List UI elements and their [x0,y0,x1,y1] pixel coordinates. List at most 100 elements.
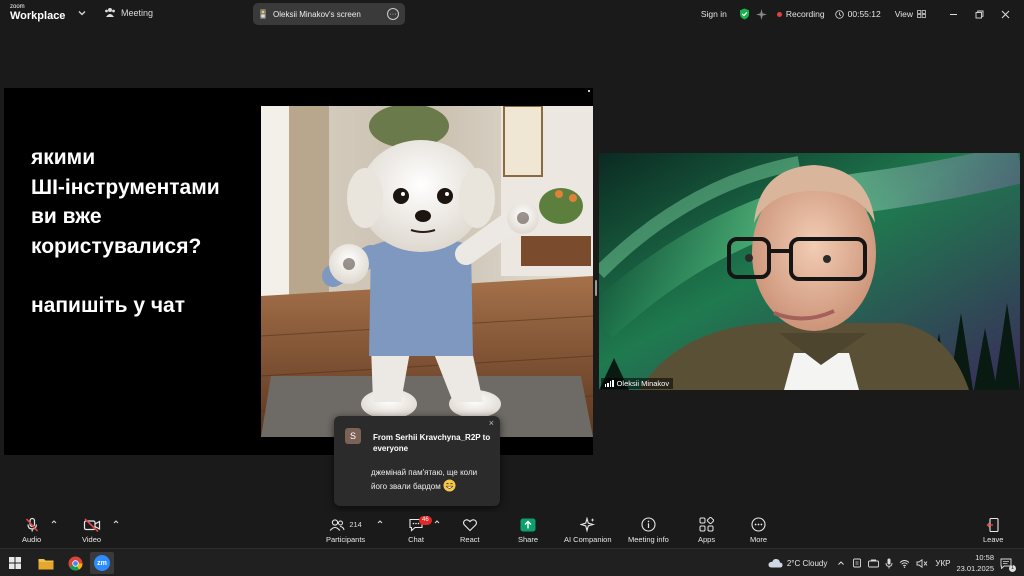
leave-label: Leave [983,535,1004,544]
chrome-icon [68,556,83,571]
chat-options-chevron-up-icon[interactable] [434,519,440,525]
screen-share-indicator[interactable]: Oleksii Minakov's screen ··· [253,3,405,25]
folder-icon [38,558,54,569]
apps-label: Apps [698,535,716,544]
view-label: View [894,9,913,19]
microphone-tray-icon[interactable] [885,558,893,569]
title-bar: zoom Workplace Meeting Oleksii Minakov's… [0,0,1024,28]
chat-unread-badge: 46 [419,516,432,525]
recording-label: Recording [785,9,825,19]
windows-logo-icon [9,557,21,569]
share-corner-dot [588,90,590,92]
shield-check-icon[interactable] [739,8,750,20]
ai-companion-button[interactable]: AI Companion [564,516,612,544]
leave-door-icon [986,517,999,532]
slide-question: якими ШІ-інструментами ви вже користувал… [31,143,261,321]
zoom-app-icon: zm [94,555,110,571]
shared-screen[interactable]: якими ШІ-інструментами ви вже користувал… [4,88,593,455]
taskbar-clock[interactable]: 10:58 23.01.2025 [956,552,994,574]
share-button[interactable]: Share [518,516,538,544]
slide-line: ШІ-інструментами [31,175,220,199]
notifications-button[interactable]: 1 [1000,558,1016,572]
meeting-people-icon [105,8,115,17]
restore-button[interactable] [966,10,992,19]
brand-large: Workplace [10,10,66,22]
weather-widget[interactable]: 2°C Cloudy [768,558,827,568]
participants-button[interactable]: 214 Participants [326,516,365,544]
close-icon [1001,10,1009,18]
share-label: Share [518,535,539,544]
input-language[interactable]: УКР [935,559,950,568]
view-button[interactable]: View [895,9,926,19]
audio-button[interactable]: Audio [22,516,41,544]
windows-start-button[interactable] [3,552,27,574]
meeting-info-label: Meeting info [628,535,669,544]
close-toast-icon[interactable]: × [489,419,494,428]
apps-icon [699,517,715,532]
volume-muted-icon[interactable] [916,558,928,568]
zoom-workplace-logo: zoom Workplace [10,4,65,22]
video-button[interactable]: Video [82,516,101,544]
more-button[interactable]: More [750,516,767,544]
slide-line: ви вже [31,205,102,228]
leave-button[interactable]: Leave [983,516,1003,544]
more-options-icon[interactable]: ··· [387,8,399,20]
recording-dot-icon [776,11,782,17]
minimize-icon [949,13,957,15]
clock-time: 10:58 [975,553,994,562]
chevron-down-icon[interactable] [77,8,87,18]
participants-label: Participants [326,535,366,544]
show-hidden-icons-chevron-icon[interactable] [837,559,845,567]
heart-icon [462,518,477,531]
meeting-info-button[interactable]: Meeting info [628,516,669,544]
slide-prompt: напишіть у чат [31,294,185,317]
notification-count: 1 [1008,564,1016,572]
meeting-stage: якими ШІ-інструментами ви вже користувал… [0,28,1024,512]
slide-line: якими [31,146,96,169]
meeting-menu-button[interactable]: Meeting [104,7,153,18]
participants-options-chevron-up-icon[interactable] [377,519,383,525]
restore-icon [975,10,983,18]
clock-date: 23.01.2025 [956,564,994,573]
windows-taskbar: zm 2°C Cloudy УКР 10:58 23.01.2025 1 [0,548,1024,576]
wifi-icon[interactable] [899,559,910,568]
split-resize-handle[interactable] [595,280,597,296]
apps-button[interactable]: Apps [698,516,715,544]
sender-avatar: S [345,428,361,444]
top-right-controls: Sign in Recording 00:55:12 View [701,0,1024,28]
participant-name-tag: Oleksii Minakov [601,378,674,389]
chat-notification-toast[interactable]: × S From Serhii Kravchyna_R2P to everyon… [334,416,500,506]
audio-options-chevron-up-icon[interactable] [51,519,57,525]
presenter-icon [260,9,266,19]
camera-off-icon [83,517,100,532]
file-explorer-taskbar-button[interactable] [34,552,58,574]
react-button[interactable]: React [460,516,480,544]
clock-icon [834,9,844,19]
participant-video[interactable]: Oleksii Minakov [599,153,1020,390]
video-options-chevron-up-icon[interactable] [113,519,119,525]
react-label: React [460,535,480,544]
signal-strength-icon [605,380,614,387]
ai-companion-label: AI Companion [564,535,612,544]
onedrive-icon[interactable] [852,558,862,568]
meeting-label: Meeting [121,7,154,18]
minimize-button[interactable] [940,10,966,19]
screen-share-label: Oleksii Minakov's screen [273,9,361,19]
share-screen-icon [520,518,536,531]
slide-dog-illustration [261,106,593,437]
chat-message-text: джемінай пам'ятаю, ще коли його звали ба… [371,468,478,491]
microphone-muted-icon [25,517,38,532]
more-dots-icon [751,517,766,532]
zoom-taskbar-button[interactable]: zm [90,552,114,574]
recording-indicator[interactable]: Recording [776,9,825,19]
device-icon[interactable] [868,559,880,568]
video-label: Video [82,535,102,544]
ai-sparkle-icon[interactable] [755,8,767,20]
chrome-taskbar-button[interactable] [63,552,87,574]
meeting-toolbar: Audio Video 214 Participants Chat 46 Rea… [0,512,1024,548]
close-window-button[interactable] [992,10,1018,19]
timer-value: 00:55:12 [847,9,881,19]
chat-sender: From Serhii Kravchyna_R2P to everyone [373,433,491,453]
participants-icon [330,518,345,531]
sign-in-link[interactable]: Sign in [701,9,727,19]
